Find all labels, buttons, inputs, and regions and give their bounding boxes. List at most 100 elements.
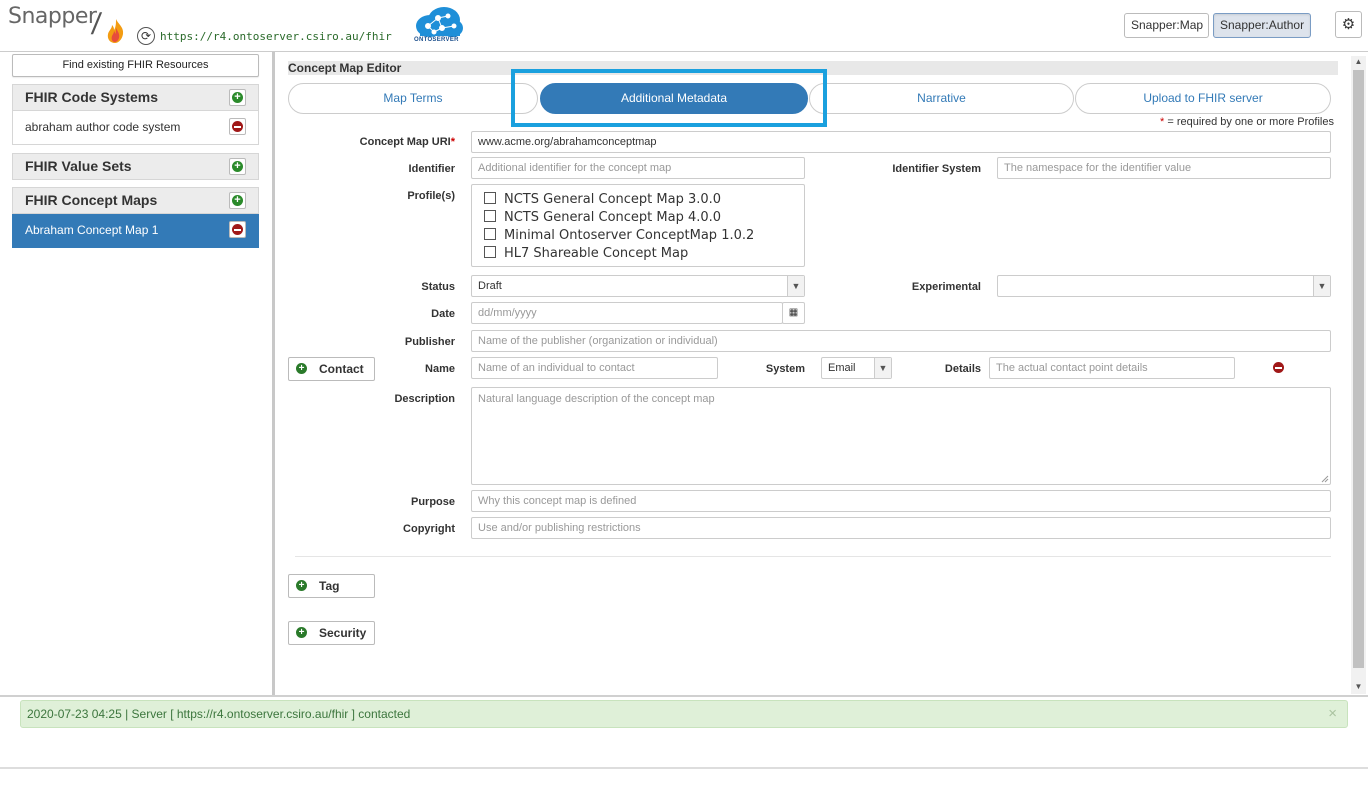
chevron-down-icon[interactable]: ▼ (1313, 276, 1330, 296)
snapper-map-button[interactable]: Snapper:Map (1124, 13, 1209, 38)
concept-maps-title: FHIR Concept Maps (25, 192, 158, 208)
uri-input[interactable]: www.acme.org/abrahamconceptmap (471, 131, 1331, 153)
contact-details-label: Details (944, 363, 981, 375)
required-note-text: = required by one or more Profiles (1167, 116, 1334, 128)
description-label: Description (394, 393, 455, 405)
header-divider (0, 51, 1368, 52)
chevron-down-icon[interactable]: ▼ (874, 358, 891, 378)
app-logo-text: Snapper (8, 4, 97, 29)
add-code-system-icon[interactable] (229, 89, 246, 106)
tab-upload[interactable]: Upload to FHIR server (1075, 83, 1331, 114)
description-textarea[interactable]: Natural language description of the conc… (471, 387, 1331, 485)
profile-checkbox[interactable] (484, 210, 496, 222)
active-tab-highlight (511, 69, 827, 127)
footer-divider (0, 767, 1368, 769)
uri-required-star: * (450, 136, 455, 148)
bottom-divider[interactable] (0, 695, 1368, 697)
status-select[interactable]: Draft ▼ (471, 275, 805, 297)
profile-option-label: NCTS General Concept Map 4.0.0 (504, 210, 722, 225)
profile-option-label: NCTS General Concept Map 3.0.0 (504, 192, 722, 207)
value-sets-title: FHIR Value Sets (25, 158, 132, 174)
sidebar-item-label: Abraham Concept Map 1 (25, 223, 159, 237)
identifier-input[interactable]: Additional identifier for the concept ma… (471, 157, 805, 179)
sidebar-item-code-system[interactable]: abraham author code system (12, 111, 259, 145)
copyright-input[interactable]: Use and/or publishing restrictions (471, 517, 1331, 539)
contact-name-label: Name (425, 363, 455, 375)
contact-system-value: Email (828, 362, 856, 374)
experimental-select[interactable]: ▼ (997, 275, 1331, 297)
profiles-list: NCTS General Concept Map 3.0.0 NCTS Gene… (471, 184, 805, 267)
snapper-author-button[interactable]: Snapper:Author (1213, 13, 1311, 38)
purpose-label: Purpose (410, 496, 455, 508)
add-concept-map-icon[interactable] (229, 192, 246, 209)
contact-system-label: System (765, 363, 805, 375)
add-tag-label: Tag (319, 579, 340, 593)
chevron-down-icon[interactable]: ▼ (787, 276, 804, 296)
plus-icon: + (296, 580, 307, 591)
gear-icon[interactable]: ⚙ (1335, 11, 1362, 38)
profile-option-label: HL7 Shareable Concept Map (504, 246, 689, 261)
contact-details-input[interactable]: The actual contact point details (989, 357, 1235, 379)
status-message: 2020-07-23 04:25 | Server [ https://r4.o… (20, 700, 1348, 728)
profile-checkbox[interactable] (484, 228, 496, 240)
date-label: Date (431, 308, 455, 320)
tab-narrative[interactable]: Narrative (809, 83, 1074, 114)
add-tag-button[interactable]: + Tag (288, 574, 375, 598)
ontoserver-logo-text: ONTOSERVER (414, 37, 459, 43)
concept-maps-header: FHIR Concept Maps (12, 187, 259, 214)
uri-label: Concept Map URI* (300, 136, 455, 148)
publisher-input[interactable]: Name of the publisher (organization or i… (471, 330, 1331, 352)
sidebar-item-label: abraham author code system (25, 120, 181, 134)
add-value-set-icon[interactable] (229, 158, 246, 175)
remove-contact-icon[interactable] (1273, 362, 1284, 373)
scroll-up-icon[interactable]: ▲ (1351, 56, 1366, 68)
code-systems-header: FHIR Code Systems (12, 84, 259, 111)
uri-label-text: Concept Map URI (359, 136, 451, 148)
profile-checkbox[interactable] (484, 192, 496, 204)
refresh-icon[interactable]: ⟳ (137, 27, 155, 45)
purpose-input[interactable]: Why this concept map is defined (471, 490, 1331, 512)
status-select-value: Draft (478, 280, 502, 292)
sidebar-item-concept-map[interactable]: Abraham Concept Map 1 (12, 214, 259, 248)
close-icon[interactable]: × (1328, 701, 1337, 727)
identifier-system-input[interactable]: The namespace for the identifier value (997, 157, 1331, 179)
date-input[interactable]: dd/mm/yyyy (471, 302, 783, 324)
profile-option[interactable]: NCTS General Concept Map 4.0.0 (472, 209, 804, 227)
code-systems-title: FHIR Code Systems (25, 89, 159, 105)
profile-option[interactable]: HL7 Shareable Concept Map (472, 245, 804, 263)
calendar-icon[interactable]: ▦ (782, 302, 805, 324)
plus-icon: + (296, 627, 307, 638)
section-divider (295, 556, 1331, 557)
server-url[interactable]: https://r4.ontoserver.csiro.au/fhir (160, 30, 392, 43)
resize-handle-icon[interactable] (1319, 473, 1329, 483)
profiles-label: Profile(s) (407, 190, 455, 202)
add-security-label: Security (319, 626, 367, 640)
experimental-label: Experimental (911, 281, 981, 293)
flame-icon (107, 19, 124, 43)
profile-option[interactable]: Minimal Ontoserver ConceptMap 1.0.2 (472, 227, 804, 245)
remove-concept-map-icon[interactable] (229, 221, 246, 238)
tab-map-terms[interactable]: Map Terms (288, 83, 538, 114)
profile-option[interactable]: NCTS General Concept Map 3.0.0 (472, 191, 804, 209)
copyright-label: Copyright (403, 523, 455, 535)
contact-system-select[interactable]: Email ▼ (821, 357, 892, 379)
sidebar-divider[interactable] (272, 52, 275, 695)
find-resources-button[interactable]: Find existing FHIR Resources (12, 54, 259, 77)
required-star: * (1160, 116, 1165, 128)
publisher-label: Publisher (404, 336, 455, 348)
identifier-label: Identifier (408, 163, 455, 175)
status-text: 2020-07-23 04:25 | Server [ https://r4.o… (27, 707, 411, 721)
plus-icon: + (296, 363, 307, 374)
identifier-system-label: Identifier System (892, 163, 981, 175)
required-note: * = required by one or more Profiles (1160, 116, 1334, 128)
remove-code-system-icon[interactable] (229, 118, 246, 135)
contact-name-input[interactable]: Name of an individual to contact (471, 357, 718, 379)
scroll-down-icon[interactable]: ▼ (1351, 681, 1366, 693)
status-label: Status (421, 281, 455, 293)
add-contact-button[interactable]: + Contact (288, 357, 375, 381)
scroll-thumb[interactable] (1353, 70, 1364, 668)
add-contact-label: Contact (319, 362, 364, 376)
profile-checkbox[interactable] (484, 246, 496, 258)
value-sets-header: FHIR Value Sets (12, 153, 259, 180)
add-security-button[interactable]: + Security (288, 621, 375, 645)
